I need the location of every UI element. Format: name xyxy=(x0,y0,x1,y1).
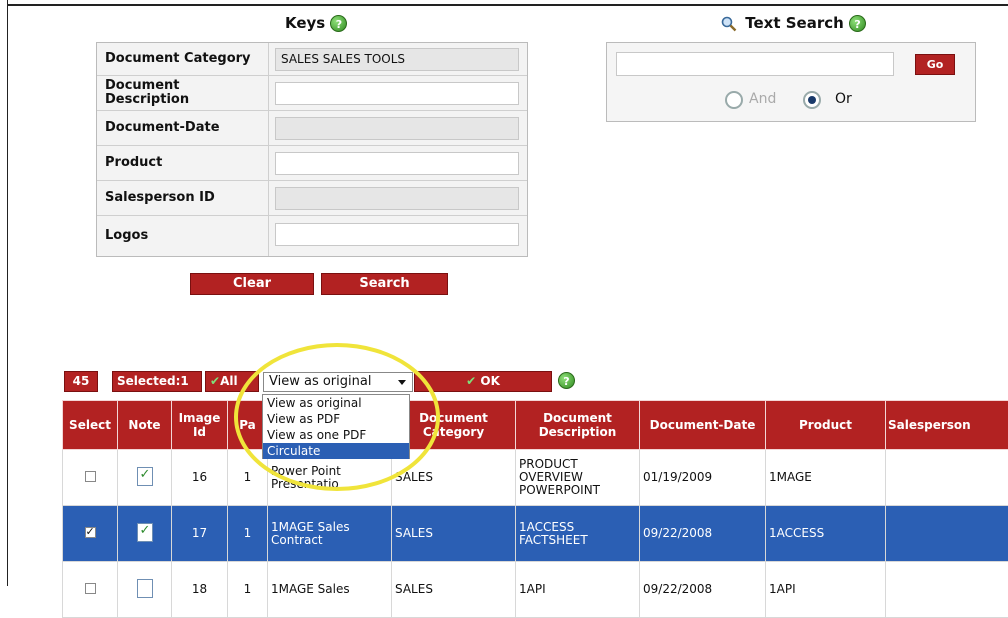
note-cell[interactable] xyxy=(118,450,172,506)
description-cell: PRODUCT OVERVIEW POWERPOINT xyxy=(516,450,640,506)
image-id-cell: 17 xyxy=(172,506,228,562)
salesperson-cell xyxy=(886,450,1008,506)
logos-field[interactable] xyxy=(275,223,519,246)
table-row[interactable]: 17 1 1MAGE Sales Contract SALES 1ACCESS … xyxy=(63,506,1008,562)
key-row-salesperson-id: Salesperson ID xyxy=(97,181,527,216)
check-icon: ✔ xyxy=(210,374,220,388)
key-label: Product xyxy=(97,146,269,180)
select-cell[interactable] xyxy=(63,450,118,506)
key-row-product: Product xyxy=(97,146,527,181)
note-icon[interactable] xyxy=(137,467,153,486)
page-cell: 1 xyxy=(228,506,268,562)
key-row-document-description: Document Description xyxy=(97,76,527,111)
table-header-row: Select Note Image Id Pa Document Categor… xyxy=(63,401,1008,450)
header-product[interactable]: Product xyxy=(766,401,886,450)
text-search-help-icon[interactable]: ? xyxy=(849,15,866,32)
product-field[interactable] xyxy=(275,152,519,175)
document-description-field[interactable] xyxy=(275,82,519,105)
key-label: Document Category xyxy=(97,43,269,75)
header-document-category[interactable]: Document Category xyxy=(392,401,516,450)
header-document-date[interactable]: Document-Date xyxy=(640,401,766,450)
salesperson-cell xyxy=(886,562,1008,618)
key-row-document-category: Document Category SALES SALES TOOLS xyxy=(97,43,527,76)
key-label: Salesperson ID xyxy=(97,181,269,215)
note-icon[interactable] xyxy=(137,579,153,598)
row-checkbox[interactable] xyxy=(85,527,96,538)
keys-panel: Document Category SALES SALES TOOLS Docu… xyxy=(96,42,528,257)
search-button[interactable]: Search xyxy=(321,273,448,295)
key-label: Logos xyxy=(97,216,269,256)
category-cell: SALES xyxy=(392,506,516,562)
or-label: Or xyxy=(835,91,852,107)
row-checkbox[interactable] xyxy=(85,471,96,482)
note-cell[interactable] xyxy=(118,506,172,562)
image-id-cell: 18 xyxy=(172,562,228,618)
chevron-down-icon xyxy=(398,380,406,385)
table-row[interactable]: 18 1 1MAGE Sales SALES 1API 09/22/2008 1… xyxy=(63,562,1008,618)
product-cell: 1API xyxy=(766,562,886,618)
category-cell: SALES xyxy=(392,562,516,618)
view-mode-select[interactable]: View as original xyxy=(263,372,413,392)
go-button[interactable]: Go xyxy=(915,54,955,75)
note-cell[interactable] xyxy=(118,562,172,618)
table-row[interactable]: 16 1 Power Point Presentatio SALES PRODU… xyxy=(63,450,1008,506)
toolbar-help-icon[interactable]: ? xyxy=(558,372,575,389)
date-cell: 09/22/2008 xyxy=(640,506,766,562)
select-cell[interactable] xyxy=(63,506,118,562)
keys-heading: Keys ? xyxy=(285,14,347,32)
and-label: And xyxy=(749,91,776,107)
title-cell[interactable]: 1MAGE Sales xyxy=(268,562,392,618)
option-circulate[interactable]: Circulate xyxy=(263,443,409,459)
result-count: 45 xyxy=(64,371,98,392)
description-cell: 1ACCESS FACTSHEET xyxy=(516,506,640,562)
option-view-as-pdf[interactable]: View as PDF xyxy=(263,411,409,427)
key-label: Document Description xyxy=(97,76,269,110)
header-document-description[interactable]: Document Description xyxy=(516,401,640,450)
check-icon: ✔ xyxy=(466,374,476,388)
text-search-heading: Text Search ? xyxy=(721,14,866,32)
clear-button[interactable]: Clear xyxy=(190,273,314,295)
description-cell: 1API xyxy=(516,562,640,618)
text-search-input[interactable] xyxy=(616,52,894,76)
date-cell: 09/22/2008 xyxy=(640,562,766,618)
date-cell: 01/19/2009 xyxy=(640,450,766,506)
key-row-logos: Logos xyxy=(97,216,527,256)
key-row-document-date: Document-Date xyxy=(97,111,527,146)
header-note[interactable]: Note xyxy=(118,401,172,450)
option-view-as-original[interactable]: View as original xyxy=(263,395,409,411)
and-radio[interactable] xyxy=(725,91,743,109)
window-border-top xyxy=(7,4,1008,6)
header-select[interactable]: Select xyxy=(63,401,118,450)
header-salesperson[interactable]: Salesperson xyxy=(886,401,1008,450)
ok-button[interactable]: ✔ OK xyxy=(414,371,552,392)
note-icon[interactable] xyxy=(137,523,153,542)
document-date-field[interactable] xyxy=(275,117,519,140)
title-cell[interactable]: 1MAGE Sales Contract xyxy=(268,506,392,562)
category-cell: SALES xyxy=(392,450,516,506)
or-radio[interactable] xyxy=(803,91,821,109)
view-mode-value: View as original xyxy=(269,374,371,389)
text-search-panel: Go And Or xyxy=(606,42,976,122)
header-image-id[interactable]: Image Id xyxy=(172,401,228,450)
results-table: Select Note Image Id Pa Document Categor… xyxy=(62,400,1008,618)
select-cell[interactable] xyxy=(63,562,118,618)
option-view-as-one-pdf[interactable]: View as one PDF xyxy=(263,427,409,443)
keys-help-icon[interactable]: ? xyxy=(330,15,347,32)
magnifier-icon xyxy=(721,16,737,32)
row-checkbox[interactable] xyxy=(85,583,96,594)
window-border-left xyxy=(7,0,8,586)
page-cell: 1 xyxy=(228,562,268,618)
select-all-button[interactable]: ✔All xyxy=(205,371,259,392)
product-cell: 1MAGE xyxy=(766,450,886,506)
key-label: Document-Date xyxy=(97,111,269,145)
selected-count: Selected:1 xyxy=(112,371,202,392)
salesperson-id-field[interactable] xyxy=(275,187,519,210)
salesperson-cell xyxy=(886,506,1008,562)
view-mode-dropdown[interactable]: View as original View as PDF View as one… xyxy=(262,394,410,459)
product-cell: 1ACCESS xyxy=(766,506,886,562)
document-category-field[interactable]: SALES SALES TOOLS xyxy=(275,48,519,71)
image-id-cell: 16 xyxy=(172,450,228,506)
